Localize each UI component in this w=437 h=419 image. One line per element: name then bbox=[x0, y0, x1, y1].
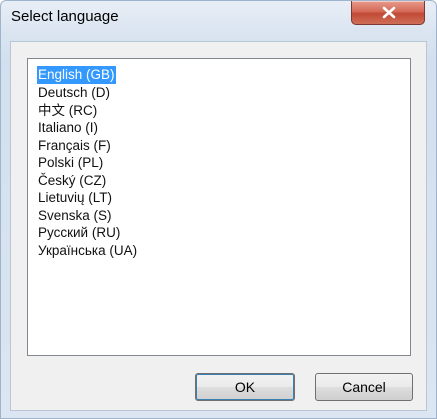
window-title: Select language bbox=[11, 8, 119, 25]
language-item-english[interactable]: English (GB) bbox=[37, 66, 116, 84]
title-bar[interactable]: Select language bbox=[1, 1, 436, 41]
language-item-deutsch[interactable]: Deutsch (D) bbox=[37, 84, 138, 102]
language-item-polski[interactable]: Polski (PL) bbox=[37, 154, 138, 172]
language-item-chinese[interactable]: 中文 (RC) bbox=[37, 102, 138, 120]
cancel-button[interactable]: Cancel bbox=[315, 373, 413, 401]
language-item-lietuviu[interactable]: Lietuvių (LT) bbox=[37, 189, 138, 207]
language-item-svenska[interactable]: Svenska (S) bbox=[37, 207, 138, 225]
language-item-ukrainian[interactable]: Українська (UA) bbox=[37, 242, 138, 260]
language-item-russian[interactable]: Русский (RU) bbox=[37, 224, 138, 242]
language-listbox[interactable]: English (GB) Deutsch (D) 中文 (RC) Italian… bbox=[27, 58, 411, 356]
language-item-francais[interactable]: Français (F) bbox=[37, 137, 138, 155]
select-language-dialog: Select language English (GB) Deutsch (D)… bbox=[0, 0, 437, 419]
ok-button[interactable]: OK bbox=[195, 373, 295, 401]
language-list: English (GB) Deutsch (D) 中文 (RC) Italian… bbox=[37, 66, 138, 259]
close-button[interactable] bbox=[351, 1, 425, 25]
language-item-italiano[interactable]: Italiano (I) bbox=[37, 119, 138, 137]
language-item-cesky[interactable]: Český (CZ) bbox=[37, 172, 138, 190]
